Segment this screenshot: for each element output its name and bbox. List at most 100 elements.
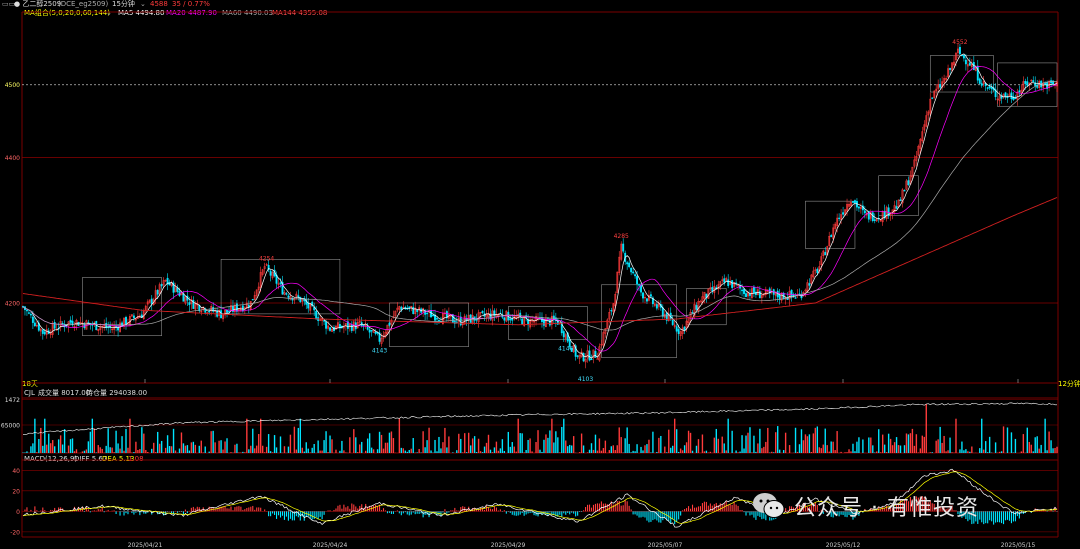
candle-body [459,316,462,326]
volume-bar [444,427,446,453]
volume-bar [256,445,258,453]
volume-bar [929,452,931,453]
date-tick-label: 2025/05/07 [648,542,683,549]
axis-labels: 4200 4400 4500 1472 65000 40 20 0 -20 2025/04/21 2… [1,39,1036,549]
candle-body [741,289,743,292]
volume-bar [1054,447,1056,453]
volume-bar [456,450,458,453]
volume-bar [951,452,953,453]
watermark: 公众号 · 有惟投资 [752,486,979,526]
volume-bar [424,447,426,453]
open-interest-line [22,402,1057,435]
volume-bar [557,437,559,453]
volume-bar [818,447,820,453]
volume-bar [473,436,476,453]
volume-bar [204,446,206,453]
volume-bar [1050,440,1052,453]
volume-bar [883,444,886,453]
volume-bar [656,451,658,453]
volume-bar [907,434,910,453]
volume-bar [614,450,616,453]
volume-bar [129,418,131,453]
price-annotation: 4552 [952,39,967,46]
volume-bar [503,450,506,453]
candle-body [743,288,745,294]
volume-bar [753,435,755,453]
volume-bar [410,448,412,453]
volume-bar [921,435,924,453]
volume-bar [876,451,878,453]
candle-body [990,87,993,90]
volume-bar [428,427,430,453]
volume-bar [737,452,739,453]
volume-bar [123,450,125,453]
candle-body [251,298,254,301]
volume-bar [198,445,200,453]
candle-body [816,268,819,273]
volume-bar [709,451,712,453]
volume-bar [145,449,147,453]
volume-bar [796,451,799,453]
volume-bar [339,450,341,453]
volume-bar [434,439,436,453]
volume-bar [460,438,462,453]
volume-bar [139,449,141,453]
volume-bar [109,447,111,453]
candle-body [899,199,902,202]
volume-bar [771,451,773,453]
candle-body [590,358,593,361]
volume-bar [499,448,502,453]
volume-bar [479,451,482,453]
volume-bar [380,434,383,453]
candle-body [824,252,827,256]
volume-bar [683,445,686,453]
volume-bar [816,426,819,453]
volume-bar [59,435,62,453]
volume-bar [390,431,393,453]
kline-chart[interactable]: 4200 4400 4500 1472 65000 40 20 0 -20 2025/04/21 2… [0,0,1080,549]
volume-bar [67,445,70,453]
date-tick-label: 2025/05/12 [826,542,861,549]
volume-tick-label: 65000 [1,423,20,430]
volume-bar [697,439,700,453]
price-tick-label: 4500 [5,82,20,89]
volume-bar [117,443,119,453]
volume-bar [133,452,135,453]
volume-bar [73,451,76,453]
volume-bar [679,448,682,453]
date-tick-label: 2025/04/21 [128,542,163,549]
volume-bar [891,445,894,453]
volume-bar [287,446,290,453]
volume-bar [95,452,97,453]
volume-bar [416,452,418,453]
volume-bar [99,447,101,453]
volume-bar [800,429,803,453]
volume-bar [949,437,951,453]
volume-bar [273,435,276,453]
volume-bar [967,451,969,453]
candle-body [671,318,674,325]
volume-bar [186,445,189,453]
volume-bar [343,450,345,453]
volume-bar [462,452,464,453]
volume-bar [398,418,401,453]
volume-bar [202,452,204,453]
candle-body [132,315,135,319]
volume-bar [1022,434,1025,453]
grid-lines [21,11,1059,538]
candle-body [903,190,906,192]
volume-bar [586,452,589,453]
candle-body [939,84,942,88]
volume-bar [523,452,525,453]
price-tick-label: 4200 [5,300,20,307]
volume-bar [681,450,684,453]
volume-bar [1014,438,1017,453]
volume-bar [618,427,620,453]
volume-bar [408,449,410,453]
volume-bar [644,445,646,453]
volume-bar [612,445,614,453]
candle-body [842,212,845,215]
volume-bar [495,441,498,453]
volume-bar [664,446,666,453]
volume-bar [1000,451,1003,453]
